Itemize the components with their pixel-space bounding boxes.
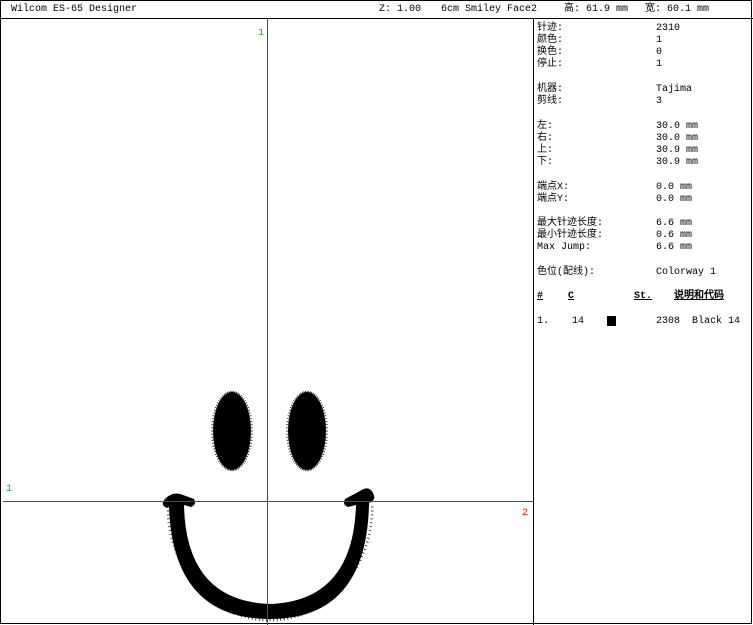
end-y-label: 端点Y: bbox=[537, 194, 570, 205]
down-extent-label: 下: bbox=[537, 157, 554, 168]
left-extent-label: 左: bbox=[537, 121, 554, 132]
color-swatch bbox=[607, 316, 616, 326]
right-extent-label: 右: bbox=[537, 133, 554, 144]
axis-h-right-label: 2 bbox=[522, 508, 529, 519]
embroidery-design bbox=[3, 19, 533, 625]
left-extent-value: 30.0 mm bbox=[656, 121, 699, 132]
color-row-code: 14 bbox=[572, 316, 585, 327]
max-jump-label: Max Jump: bbox=[537, 242, 592, 253]
left-eye-shape bbox=[213, 392, 251, 470]
color-table-header-num: # bbox=[537, 291, 544, 302]
app-title: Wilcom ES-65 Designer bbox=[11, 4, 138, 15]
down-extent-value: 30.9 mm bbox=[656, 157, 699, 168]
stops-value: 1 bbox=[656, 59, 663, 70]
trims-label: 剪线: bbox=[537, 96, 564, 107]
max-stitch-label: 最大针迹长度: bbox=[537, 218, 604, 229]
design-width: 宽: 60.1 mm bbox=[645, 4, 710, 15]
min-stitch-label: 最小针迹长度: bbox=[537, 230, 604, 241]
color-changes-value: 0 bbox=[656, 47, 663, 58]
color-row-num: 1. bbox=[537, 316, 550, 327]
stitches-value: 2310 bbox=[656, 23, 681, 34]
design-info-panel: 针迹: 2310 颜色: 1 换色: 0 停止: 1 机器: Tajima 剪线… bbox=[534, 19, 752, 625]
machine-value: Tajima bbox=[656, 84, 693, 95]
stops-label: 停止: bbox=[537, 59, 564, 70]
color-row-stitches: 2308 bbox=[656, 316, 681, 327]
up-extent-label: 上: bbox=[537, 145, 554, 156]
color-table-header-desc: 说明和代码 bbox=[674, 291, 724, 302]
color-table-header-stitches: St. bbox=[634, 291, 653, 302]
colors-value: 1 bbox=[656, 35, 663, 46]
max-stitch-value: 6.6 mm bbox=[656, 218, 693, 229]
zoom-level: Z: 1.00 bbox=[379, 4, 422, 15]
right-extent-value: 30.0 mm bbox=[656, 133, 699, 144]
colors-label: 颜色: bbox=[537, 35, 564, 46]
color-changes-label: 换色: bbox=[537, 47, 564, 58]
design-canvas[interactable]: 1 1 2 bbox=[3, 19, 533, 625]
trims-value: 3 bbox=[656, 96, 663, 107]
end-x-value: 0.0 mm bbox=[656, 182, 693, 193]
stitch-group bbox=[162, 390, 375, 622]
up-extent-value: 30.9 mm bbox=[656, 145, 699, 156]
print-preview-frame: Wilcom ES-65 Designer Z: 1.00 6cm Smiley… bbox=[0, 0, 753, 625]
axis-v-top-label: 1 bbox=[258, 28, 265, 39]
axis-h-left-label: 1 bbox=[6, 484, 13, 495]
design-name: 6cm Smiley Face2 bbox=[441, 4, 538, 15]
right-eye-shape bbox=[288, 392, 326, 470]
colorway-label: 色位(配线): bbox=[537, 267, 596, 278]
color-row-desc: Black 14 bbox=[692, 316, 741, 327]
end-x-label: 端点X: bbox=[537, 182, 570, 193]
stitches-label: 针迹: bbox=[537, 23, 564, 34]
max-jump-value: 6.6 mm bbox=[656, 242, 693, 253]
color-table-header-code: C bbox=[568, 291, 575, 302]
smile-mouth-shape bbox=[162, 488, 375, 619]
min-stitch-value: 0.6 mm bbox=[656, 230, 693, 241]
end-y-value: 0.0 mm bbox=[656, 194, 693, 205]
header-bar: Wilcom ES-65 Designer Z: 1.00 6cm Smiley… bbox=[1, 1, 753, 19]
colorway-value: Colorway 1 bbox=[656, 267, 717, 278]
machine-label: 机器: bbox=[537, 84, 564, 95]
design-height: 高: 61.9 mm bbox=[564, 4, 629, 15]
